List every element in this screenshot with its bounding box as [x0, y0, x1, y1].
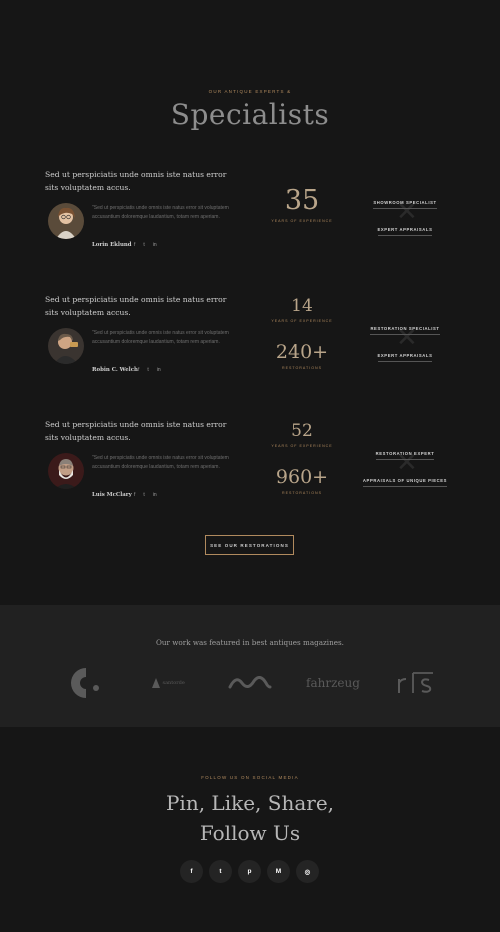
- facebook-icon[interactable]: f: [134, 492, 135, 498]
- featured-title: Our work was featured in best antiques m…: [156, 638, 344, 647]
- stat-number: 14: [291, 296, 313, 316]
- stat-years: 14 YEARS OF EXPERIENCE: [257, 296, 347, 323]
- wave-logo[interactable]: [228, 663, 272, 703]
- specialist-lead: Sed ut perspiciatis unde omnis iste natu…: [45, 420, 227, 442]
- stat-number: 240+: [275, 341, 329, 363]
- stat-restorations: 240+ RESTORATIONS: [257, 341, 347, 370]
- stat-label: RESTORATIONS: [281, 366, 323, 370]
- see-restorations-button[interactable]: SEE OUR RESTORATIONS: [205, 535, 294, 555]
- facebook-icon[interactable]: f: [134, 242, 135, 248]
- twitter-icon[interactable]: t: [147, 367, 148, 373]
- social-buttons: f t p M ◎: [180, 860, 319, 883]
- stat-number: 35: [284, 185, 320, 216]
- avatar: [48, 328, 84, 364]
- fahrzeug-logo[interactable]: fahrzeug: [305, 663, 361, 703]
- section-title: Specialists: [170, 98, 330, 131]
- role-tag: RESTORATION SPECIALIST: [370, 326, 440, 335]
- stat-label: RESTORATIONS: [281, 491, 323, 495]
- footer-title-line2: Follow Us: [199, 821, 301, 845]
- twitter-icon[interactable]: t: [143, 492, 144, 498]
- specialist-socials: f t in: [138, 367, 161, 373]
- stat-label: YEARS OF EXPERIENCE: [271, 444, 333, 448]
- facebook-icon[interactable]: f: [180, 860, 203, 883]
- specialist-lead: Sed ut perspiciatis unde omnis iste natu…: [45, 170, 227, 192]
- twitter-icon[interactable]: t: [209, 860, 232, 883]
- stat-label: YEARS OF EXPERIENCE: [271, 219, 333, 223]
- stat-years: 35 YEARS OF EXPERIENCE: [257, 185, 347, 223]
- specialist-name: Luis McClary: [92, 492, 132, 498]
- specialist-roles: ✕ SHOWROOM SPECIALIST EXPERT APPRAISALS: [360, 191, 450, 236]
- stat-number: 960+: [275, 466, 329, 488]
- role-tag: RESTORATION EXPERT: [375, 451, 435, 460]
- specialist-socials: f t in: [134, 242, 157, 248]
- specialist-quote: "Sed ut perspiciatis unde omnis iste nat…: [92, 205, 229, 221]
- specialist-name: Robin C. Welch: [92, 367, 138, 373]
- avatar: [48, 453, 84, 489]
- pinterest-icon[interactable]: p: [238, 860, 261, 883]
- facebook-icon[interactable]: f: [138, 367, 139, 373]
- featured-section: Our work was featured in best antiques m…: [0, 605, 500, 727]
- role-tag: APPRAISALS OF UNIQUE PIECES: [362, 478, 448, 487]
- specialist-name: Lorin Eklund: [92, 242, 132, 248]
- medium-icon[interactable]: M: [267, 860, 290, 883]
- role-tag: SHOWROOM SPECIALIST: [373, 200, 437, 209]
- stat-years: 52 YEARS OF EXPERIENCE: [257, 421, 347, 448]
- section-eyebrow: OUR ANTIQUE EXPERTS &: [208, 89, 292, 94]
- specialist-roles: ✕ RESTORATION SPECIALIST EXPERT APPRAISA…: [360, 317, 450, 362]
- specialist-lead: Sed ut perspiciatis unde omnis iste natu…: [45, 295, 227, 317]
- c-logo[interactable]: [68, 663, 104, 703]
- linkedin-icon[interactable]: in: [157, 367, 161, 373]
- stat-restorations: 960+ RESTORATIONS: [257, 466, 347, 495]
- specialist-quote: "Sed ut perspiciatis unde omnis iste nat…: [92, 330, 229, 346]
- specialist-roles: ✕ RESTORATION EXPERT APPRAISALS OF UNIQU…: [360, 442, 450, 487]
- footer-eyebrow: FOLLOW US ON SOCIAL MEDIA: [201, 775, 299, 780]
- footer-title-line1: Pin, Like, Share,: [165, 791, 335, 815]
- stat-label: YEARS OF EXPERIENCE: [271, 319, 333, 323]
- role-tag: EXPERT APPRAISALS: [377, 227, 433, 236]
- rs-logo[interactable]: [396, 663, 436, 703]
- santorde-logo[interactable]: santorde: [148, 663, 188, 703]
- stat-number: 52: [291, 421, 313, 441]
- specialist-socials: f t in: [134, 492, 157, 498]
- avatar: [48, 203, 84, 239]
- linkedin-icon[interactable]: in: [153, 242, 157, 248]
- instagram-icon[interactable]: ◎: [296, 860, 319, 883]
- linkedin-icon[interactable]: in: [153, 492, 157, 498]
- twitter-icon[interactable]: t: [143, 242, 144, 248]
- role-tag: EXPERT APPRAISALS: [377, 353, 433, 362]
- specialist-quote: "Sed ut perspiciatis unde omnis iste nat…: [92, 455, 229, 471]
